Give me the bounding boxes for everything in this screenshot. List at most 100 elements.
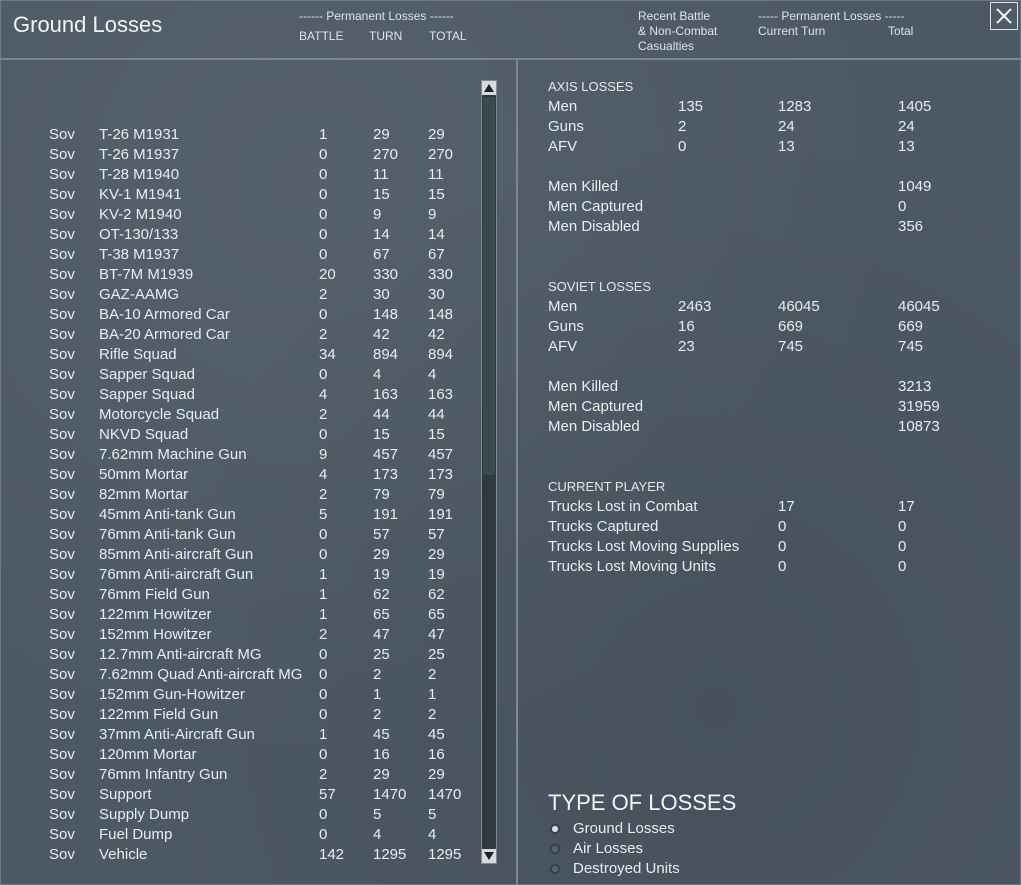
turn-losses: 2 [373, 706, 382, 723]
turn-losses: 29 [373, 766, 390, 783]
unit-side: Sov [49, 726, 75, 743]
table-row: Sov T-28 M1940 0 11 11 [0, 166, 480, 186]
table-row: Sov BA-20 Armored Car 2 42 42 [0, 326, 480, 346]
table-row: Sov KV-1 M1941 0 15 15 [0, 186, 480, 206]
radio-button-icon[interactable] [548, 822, 562, 836]
soviet-detail-label: Men Killed [548, 378, 619, 395]
scroll-thumb[interactable] [483, 97, 495, 475]
radio-button-icon[interactable] [548, 842, 562, 856]
battle-losses: 1 [319, 726, 328, 743]
battle-losses: 0 [319, 666, 328, 683]
soviet-row-recent: 23 [678, 338, 695, 355]
unit-name: 7.62mm Quad Anti-aircraft MG [99, 666, 303, 683]
battle-losses: 2 [319, 486, 328, 503]
header-divider [0, 58, 1021, 60]
total-losses: 173 [428, 466, 454, 483]
total-losses: 163 [428, 386, 454, 403]
table-row: Sov Support 57 1470 1470 [0, 786, 480, 806]
soviet-detail-value: 3213 [898, 378, 932, 395]
axis-row-total: 13 [898, 138, 915, 155]
unit-name: 7.62mm Machine Gun [99, 446, 247, 463]
unit-side: Sov [49, 486, 75, 503]
soviet-row-recent: 16 [678, 318, 695, 335]
type-of-losses-title: TYPE OF LOSSES [548, 790, 737, 815]
battle-losses: 0 [319, 306, 328, 323]
turn-losses: 2 [373, 666, 382, 683]
unit-side: Sov [49, 346, 75, 363]
total-losses: 191 [428, 506, 454, 523]
turn-losses: 191 [373, 506, 399, 523]
axis-row-recent: 135 [678, 98, 704, 115]
unit-name: 37mm Anti-Aircraft Gun [99, 726, 255, 743]
axis-detail-value: 1049 [898, 178, 932, 195]
turn-losses: 9 [373, 206, 382, 223]
permanent-losses-header: ------ Permanent Losses ------ [299, 9, 454, 23]
truck-row-total: 0 [898, 538, 907, 555]
table-row: Sov 7.62mm Machine Gun 9 457 457 [0, 446, 480, 466]
scroll-up-button[interactable] [482, 81, 496, 95]
turn-losses: 894 [373, 346, 399, 363]
total-losses: 62 [428, 586, 445, 603]
unit-name: GAZ-AAMG [99, 286, 180, 303]
unit-side: Sov [49, 266, 75, 283]
table-row: Sov 50mm Mortar 4 173 173 [0, 466, 480, 486]
turn-losses: 15 [373, 186, 390, 203]
turn-losses: 330 [373, 266, 399, 283]
total-losses: 25 [428, 646, 445, 663]
total-losses: 45 [428, 726, 445, 743]
unit-name: BA-20 Armored Car [99, 326, 230, 343]
unit-side: Sov [49, 406, 75, 423]
unit-name: Fuel Dump [99, 826, 173, 843]
unit-side: Sov [49, 446, 75, 463]
unit-name: T-26 M1937 [99, 146, 180, 163]
unit-side: Sov [49, 166, 75, 183]
battle-losses: 2 [319, 286, 328, 303]
unit-side: Sov [49, 526, 75, 543]
radio-label: Air Losses [573, 840, 644, 857]
unit-name: 120mm Mortar [99, 746, 197, 763]
table-row: Sov 82mm Mortar 2 79 79 [0, 486, 480, 506]
radio-button-icon[interactable] [548, 862, 562, 876]
soviet-row-recent: 2463 [678, 298, 712, 315]
total-losses: 2 [428, 706, 437, 723]
battle-losses: 2 [319, 406, 328, 423]
unit-side: Sov [49, 586, 75, 603]
unit-side: Sov [49, 246, 75, 263]
table-row: Sov BT-7M M1939 20 330 330 [0, 266, 480, 286]
unit-side: Sov [49, 466, 75, 483]
battle-losses: 2 [319, 326, 328, 343]
current-turn-header: Current Turn [758, 24, 826, 38]
truck-row-total: 0 [898, 518, 907, 535]
table-row: Sov Sapper Squad 0 4 4 [0, 366, 480, 386]
turn-losses: 148 [373, 306, 399, 323]
unit-side: Sov [49, 226, 75, 243]
battle-losses: 1 [319, 126, 328, 143]
total-losses: 30 [428, 286, 445, 303]
total-losses: 894 [428, 346, 454, 363]
unit-name: 122mm Field Gun [99, 706, 219, 723]
total-losses: 15 [428, 186, 445, 203]
radio-option-air-losses[interactable]: Air Losses [548, 840, 748, 860]
unit-side: Sov [49, 286, 75, 303]
total-losses: 1470 [428, 786, 462, 803]
scrollbar[interactable] [481, 80, 497, 864]
radio-option-destroyed-units[interactable]: Destroyed Units [548, 860, 748, 880]
truck-row-label: Trucks Lost Moving Units [548, 558, 716, 575]
total-losses: 1 [428, 686, 437, 703]
total-losses: 19 [428, 566, 445, 583]
unit-name: T-28 M1940 [99, 166, 180, 183]
unit-name: 152mm Howitzer [99, 626, 212, 643]
scroll-down-button[interactable] [482, 849, 496, 863]
battle-losses: 0 [319, 686, 328, 703]
unit-side: Sov [49, 366, 75, 383]
turn-losses: 29 [373, 546, 390, 563]
unit-side: Sov [49, 606, 75, 623]
close-button[interactable] [990, 2, 1018, 30]
battle-losses: 0 [319, 526, 328, 543]
soviet-row-label: Guns [548, 318, 584, 335]
total-losses: 57 [428, 526, 445, 543]
table-row: Sov T-38 M1937 0 67 67 [0, 246, 480, 266]
radio-option-ground-losses[interactable]: Ground Losses [548, 820, 748, 840]
battle-losses: 0 [319, 426, 328, 443]
turn-losses: 1470 [373, 786, 407, 803]
